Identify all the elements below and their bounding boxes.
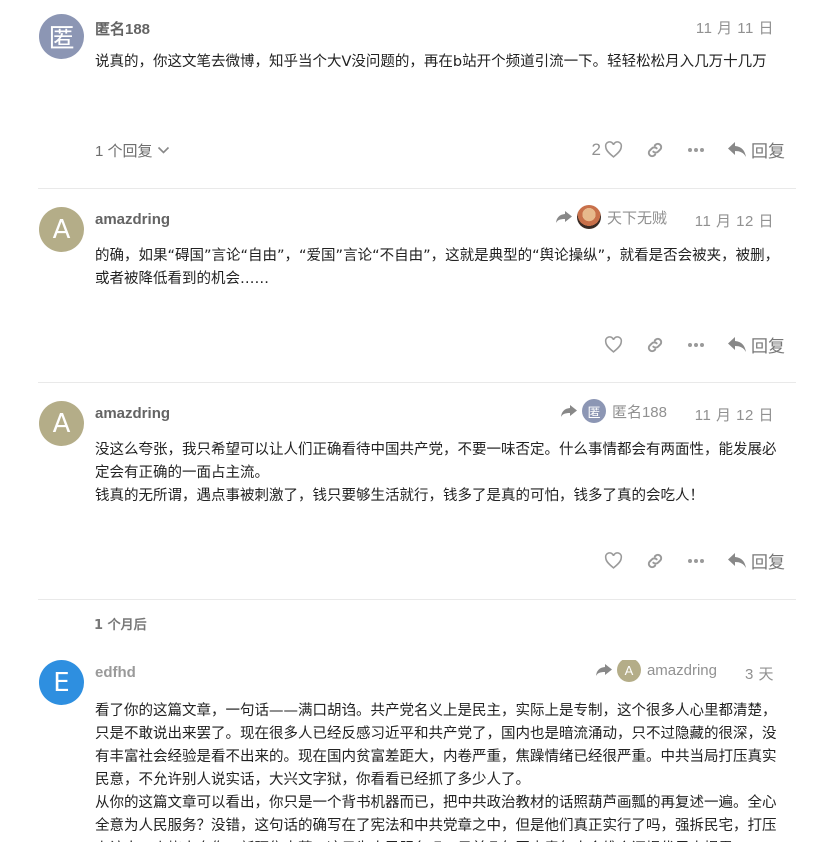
post-paragraph: 钱真的无所谓，遇点事被刺激了，钱只要够生活就行，钱多了是真的可怕，钱多了真的会吃… <box>95 488 704 504</box>
like-button[interactable] <box>604 336 623 353</box>
post-paragraph: 从你的这篇文章可以看出，你只是一个背书机器而已，把中共政治教材的话照葫芦画瓢的再… <box>95 795 777 842</box>
username[interactable]: amazdring <box>95 405 170 422</box>
reply-button[interactable]: 回复 <box>727 137 785 162</box>
show-replies-button[interactable]: 1 个回复 <box>95 140 170 161</box>
reply-to-avatar: A <box>616 660 641 682</box>
post-date[interactable]: 11 月 12 日 <box>695 210 774 231</box>
more-options-button[interactable] <box>687 558 705 564</box>
more-options-button[interactable] <box>687 147 705 153</box>
post-body: 说真的，你这文笔去微博，知乎当个大V没问题的，再在b站开个频道引流一下。轻轻松松… <box>95 51 785 74</box>
post-body: 的确，如果“碍国”言论“自由”，“爱国”言论“不自由”，这就是典型的“舆论操纵”… <box>95 245 785 291</box>
post-divider <box>38 599 796 600</box>
post-controls: 回复 <box>604 548 785 573</box>
post-actions: 回复 <box>95 332 787 358</box>
copy-link-button[interactable] <box>645 335 665 355</box>
more-options-button[interactable] <box>687 342 705 348</box>
post-body: 看了你的这篇文章，一句话——满口胡诌。共产党名义上是民主，实际上是专制，这个很多… <box>95 700 785 842</box>
reply-label: 回复 <box>751 142 785 162</box>
reply-icon <box>728 337 746 352</box>
heart-icon <box>604 552 623 569</box>
link-icon <box>647 553 663 568</box>
copy-link-button[interactable] <box>645 140 665 160</box>
post-1: 匿 匿名188 11 月 11 日 说真的，你这文笔去微博，知乎当个大V没问题的… <box>38 14 796 184</box>
post-date[interactable]: 3 天 <box>745 663 774 684</box>
reply-to-avatar: 匿 <box>581 399 606 423</box>
post-actions: 1 个回复 2 回复 <box>95 137 787 163</box>
avatar[interactable]: 匿 <box>39 14 84 59</box>
post-controls: 回复 <box>604 332 785 357</box>
reply-label: 回复 <box>751 337 785 357</box>
username[interactable]: amazdring <box>95 211 170 228</box>
like-button[interactable] <box>604 552 623 569</box>
heart-icon <box>604 336 623 353</box>
post-paragraph: 的确，如果“碍国”言论“自由”，“爱国”言论“不自由”，这就是典型的“舆论操纵”… <box>95 248 780 287</box>
reply-to-username: amazdring <box>646 661 717 679</box>
time-gap-label: 1 个月后 <box>94 618 147 633</box>
post-divider <box>38 382 796 383</box>
avatar[interactable]: E <box>39 660 84 705</box>
link-icon <box>647 337 663 352</box>
avatar[interactable]: A <box>39 401 84 446</box>
like-button[interactable]: 2 <box>592 140 623 160</box>
reply-to-tab[interactable]: 匿 匿名188 <box>560 399 667 423</box>
copy-link-button[interactable] <box>645 551 665 571</box>
ellipsis-icon <box>688 147 704 152</box>
reply-button[interactable]: 回复 <box>727 548 785 573</box>
reply-arrow-icon <box>560 405 577 417</box>
post-2: A amazdring 天下无贼 11 月 12 日 的确，如果“碍国”言论“自… <box>38 205 796 377</box>
post-controls: 2 回复 <box>592 137 785 163</box>
reply-icon <box>728 142 746 157</box>
ellipsis-icon <box>688 342 704 347</box>
post-body: 没这么夸张，我只希望可以让人们正确看待中国共产党，不要一味否定。什么事情都会有两… <box>95 439 785 508</box>
post-3: A amazdring 匿 匿名188 11 月 12 日 没这么夸张，我只希望… <box>38 399 796 591</box>
post-divider <box>38 188 796 189</box>
reply-to-username: 匿名188 <box>611 403 667 421</box>
post-date[interactable]: 11 月 11 日 <box>696 17 774 38</box>
avatar[interactable]: A <box>39 207 84 252</box>
reply-button[interactable]: 回复 <box>727 332 785 357</box>
reply-arrow-icon <box>595 664 612 676</box>
post-date[interactable]: 11 月 12 日 <box>695 404 774 425</box>
reply-to-tab[interactable]: 天下无贼 <box>555 205 667 229</box>
post-paragraph: 看了你的这篇文章，一句话——满口胡诌。共产党名义上是民主，实际上是专制，这个很多… <box>95 703 777 788</box>
post-paragraph: 说真的，你这文笔去微博，知乎当个大V没问题的，再在b站开个频道引流一下。轻轻松松… <box>95 54 767 70</box>
like-count: 2 <box>591 139 601 159</box>
heart-icon <box>604 141 623 158</box>
reply-to-avatar <box>576 205 601 229</box>
reply-arrow-icon <box>555 211 572 223</box>
post-actions: 回复 <box>95 548 787 574</box>
post-4: E edfhd A amazdring 3 天 看了你的这篇文章，一句话——满口… <box>38 660 796 842</box>
post-paragraph: 没这么夸张，我只希望可以让人们正确看待中国共产党，不要一味否定。什么事情都会有两… <box>95 442 777 481</box>
link-icon <box>647 142 663 157</box>
username[interactable]: 匿名188 <box>95 18 150 39</box>
ellipsis-icon <box>688 558 704 563</box>
reply-label: 回复 <box>751 553 785 573</box>
reply-to-tab[interactable]: A amazdring <box>595 660 717 682</box>
reply-to-username: 天下无贼 <box>606 209 667 227</box>
reply-icon <box>728 553 746 568</box>
chevron-down-icon <box>157 146 169 154</box>
replies-count-label: 1 个回复 <box>95 143 153 160</box>
username[interactable]: edfhd <box>95 664 136 681</box>
